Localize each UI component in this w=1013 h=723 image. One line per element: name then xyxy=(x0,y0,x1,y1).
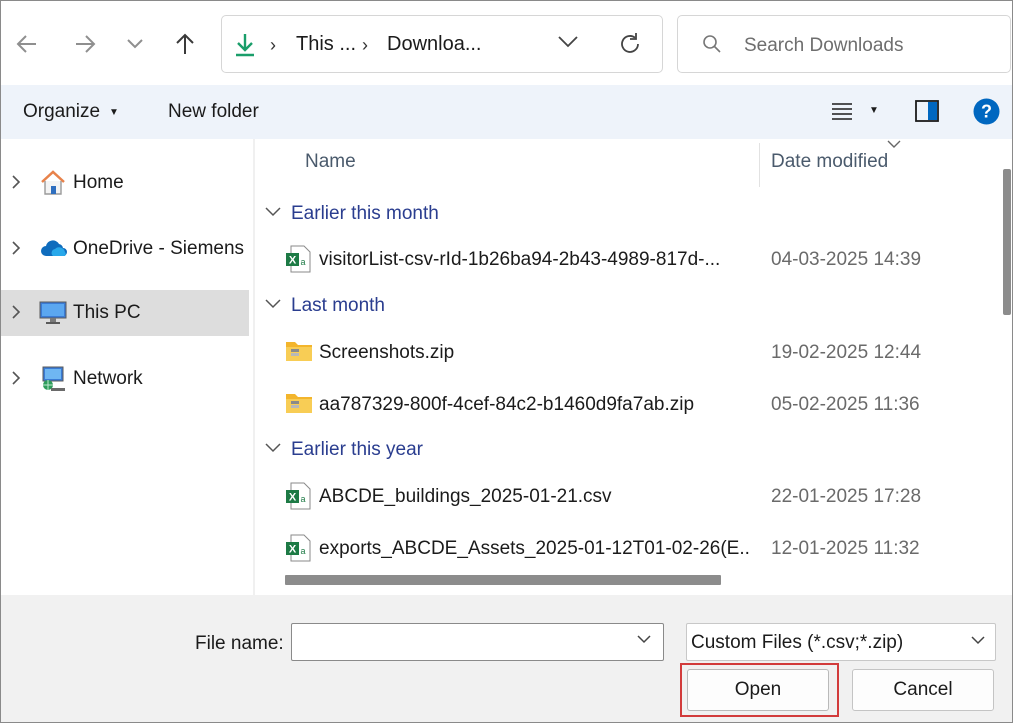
horizontal-scrollbar-thumb[interactable] xyxy=(285,575,721,585)
cancel-button[interactable]: Cancel xyxy=(852,669,994,711)
zip-folder-icon xyxy=(286,342,312,361)
forward-arrow-icon xyxy=(76,35,96,53)
file-date: 19-02-2025 12:44 xyxy=(771,342,922,363)
address-bar[interactable]: › This ... › Downloa... xyxy=(221,15,663,73)
search-box[interactable]: Search Downloads xyxy=(677,15,1011,73)
up-arrow-icon xyxy=(176,33,194,54)
sort-caret-icon xyxy=(887,140,901,148)
view-options-caret-icon[interactable]: ▼ xyxy=(869,105,879,116)
file-date: 12-01-2025 11:32 xyxy=(771,538,920,559)
breadcrumb-downloads[interactable]: Downloa... xyxy=(387,33,482,56)
svg-text:?: ? xyxy=(981,102,992,122)
nav-item-label: OneDrive - Siemens xyxy=(73,238,245,259)
address-row: › This ... › Downloa... Search Downloads xyxy=(1,1,1012,85)
file-type-value: Custom Files (*.csv;*.zip) xyxy=(691,632,904,653)
search-input[interactable]: Search Downloads xyxy=(744,35,903,57)
search-icon xyxy=(703,35,721,53)
file-name: Screenshots.zip xyxy=(319,342,455,363)
svg-text:X: X xyxy=(289,492,297,504)
svg-text:a: a xyxy=(300,494,305,504)
network-icon xyxy=(42,366,65,391)
view-list-icon[interactable] xyxy=(831,101,853,121)
nav-item-label: Network xyxy=(73,368,143,389)
file-list: Name Date modified Earlier this month Xa… xyxy=(255,139,1002,595)
chevron-down-icon xyxy=(127,39,143,49)
group-label: Last month xyxy=(291,295,385,316)
file-name-input[interactable] xyxy=(291,623,664,661)
nav-item-onedrive[interactable]: OneDrive - Siemens xyxy=(1,226,249,272)
svg-text:a: a xyxy=(300,546,305,556)
file-date: 22-01-2025 17:28 xyxy=(771,486,922,507)
open-button[interactable]: Open xyxy=(687,669,829,711)
nav-item-label: Home xyxy=(73,172,124,193)
column-header-date-modified[interactable]: Date modified xyxy=(771,151,888,173)
help-icon[interactable]: ? xyxy=(973,98,1000,125)
chevron-right-icon[interactable] xyxy=(11,370,21,386)
command-toolbar: Organize ▼ New folder ▼ ? xyxy=(1,85,1012,139)
nav-item-this-pc[interactable]: This PC xyxy=(1,290,249,336)
file-date: 05-02-2025 11:36 xyxy=(771,394,920,415)
refresh-icon[interactable] xyxy=(618,31,642,57)
svg-text:a: a xyxy=(300,257,305,267)
address-dropdown-icon[interactable] xyxy=(558,36,578,48)
computer-icon xyxy=(39,301,67,324)
svg-text:X: X xyxy=(289,544,297,556)
back-arrow-icon xyxy=(16,35,36,53)
organize-caret-icon: ▼ xyxy=(109,107,119,118)
organize-button[interactable]: Organize xyxy=(23,101,100,123)
file-row[interactable]: Xa exports_ABCDE_Assets_2025-01-12T01-02… xyxy=(285,530,975,566)
breadcrumb-separator: › xyxy=(362,35,368,55)
nav-item-label: This PC xyxy=(73,302,141,323)
back-button[interactable] xyxy=(9,27,45,61)
vertical-scrollbar-thumb[interactable] xyxy=(1003,169,1011,315)
horizontal-scrollbar[interactable] xyxy=(285,573,985,587)
excel-csv-icon: Xa xyxy=(286,245,311,273)
chevron-down-icon xyxy=(265,299,281,309)
file-row[interactable]: aa787329-800f-4cef-84c2-b1460d9fa7ab.zip… xyxy=(285,386,975,422)
excel-csv-icon: Xa xyxy=(286,482,311,510)
group-label: Earlier this year xyxy=(291,439,423,460)
download-icon xyxy=(236,34,254,57)
group-label: Earlier this month xyxy=(291,203,439,224)
column-header-name[interactable]: Name xyxy=(305,151,356,173)
vertical-scrollbar[interactable] xyxy=(1002,139,1012,595)
nav-item-network[interactable]: Network xyxy=(1,356,249,402)
column-separator[interactable] xyxy=(759,143,760,187)
chevron-down-icon xyxy=(971,636,985,645)
onedrive-cloud-icon xyxy=(41,240,67,256)
chevron-right-icon[interactable] xyxy=(11,304,21,320)
excel-csv-icon: Xa xyxy=(286,534,311,562)
file-date: 04-03-2025 14:39 xyxy=(771,249,922,270)
breadcrumb-this-pc[interactable]: This ... xyxy=(296,33,356,56)
file-name-label: File name: xyxy=(195,633,284,654)
file-name: visitorList-csv-rId-1b26ba94-2b43-4989-8… xyxy=(319,249,721,270)
file-name-dropdown-icon[interactable] xyxy=(637,635,651,644)
file-row[interactable]: Xa ABCDE_buildings_2025-01-21.csv 22-01-… xyxy=(285,478,975,514)
file-row[interactable]: Screenshots.zip 19-02-2025 12:44 xyxy=(285,334,975,370)
recent-locations-button[interactable] xyxy=(117,27,153,61)
nav-item-home[interactable]: Home xyxy=(1,160,249,206)
forward-button[interactable] xyxy=(67,27,103,61)
home-icon xyxy=(41,170,65,195)
file-name: ABCDE_buildings_2025-01-21.csv xyxy=(319,486,612,507)
up-button[interactable] xyxy=(167,27,203,61)
file-row[interactable]: Xa visitorList-csv-rId-1b26ba94-2b43-498… xyxy=(285,241,975,277)
file-name: exports_ABCDE_Assets_2025-01-12T01-02-26… xyxy=(319,538,749,559)
file-type-select[interactable]: Custom Files (*.csv;*.zip) xyxy=(686,623,996,661)
file-open-dialog: › This ... › Downloa... Search Downloads… xyxy=(0,0,1013,723)
preview-pane-icon[interactable] xyxy=(915,100,939,122)
file-name: aa787329-800f-4cef-84c2-b1460d9fa7ab.zip xyxy=(319,394,695,415)
new-folder-button[interactable]: New folder xyxy=(168,101,259,123)
svg-text:X: X xyxy=(289,255,297,267)
chevron-down-icon xyxy=(265,207,281,217)
chevron-right-icon[interactable] xyxy=(11,174,21,190)
breadcrumb-separator: › xyxy=(270,35,276,55)
navigation-pane: Home OneDrive - Siemens This PC Network xyxy=(1,139,253,595)
dialog-footer: File name: Custom Files (*.csv;*.zip) Op… xyxy=(1,595,1012,722)
zip-folder-icon xyxy=(286,394,312,413)
chevron-down-icon xyxy=(265,443,281,453)
chevron-right-icon[interactable] xyxy=(11,240,21,256)
